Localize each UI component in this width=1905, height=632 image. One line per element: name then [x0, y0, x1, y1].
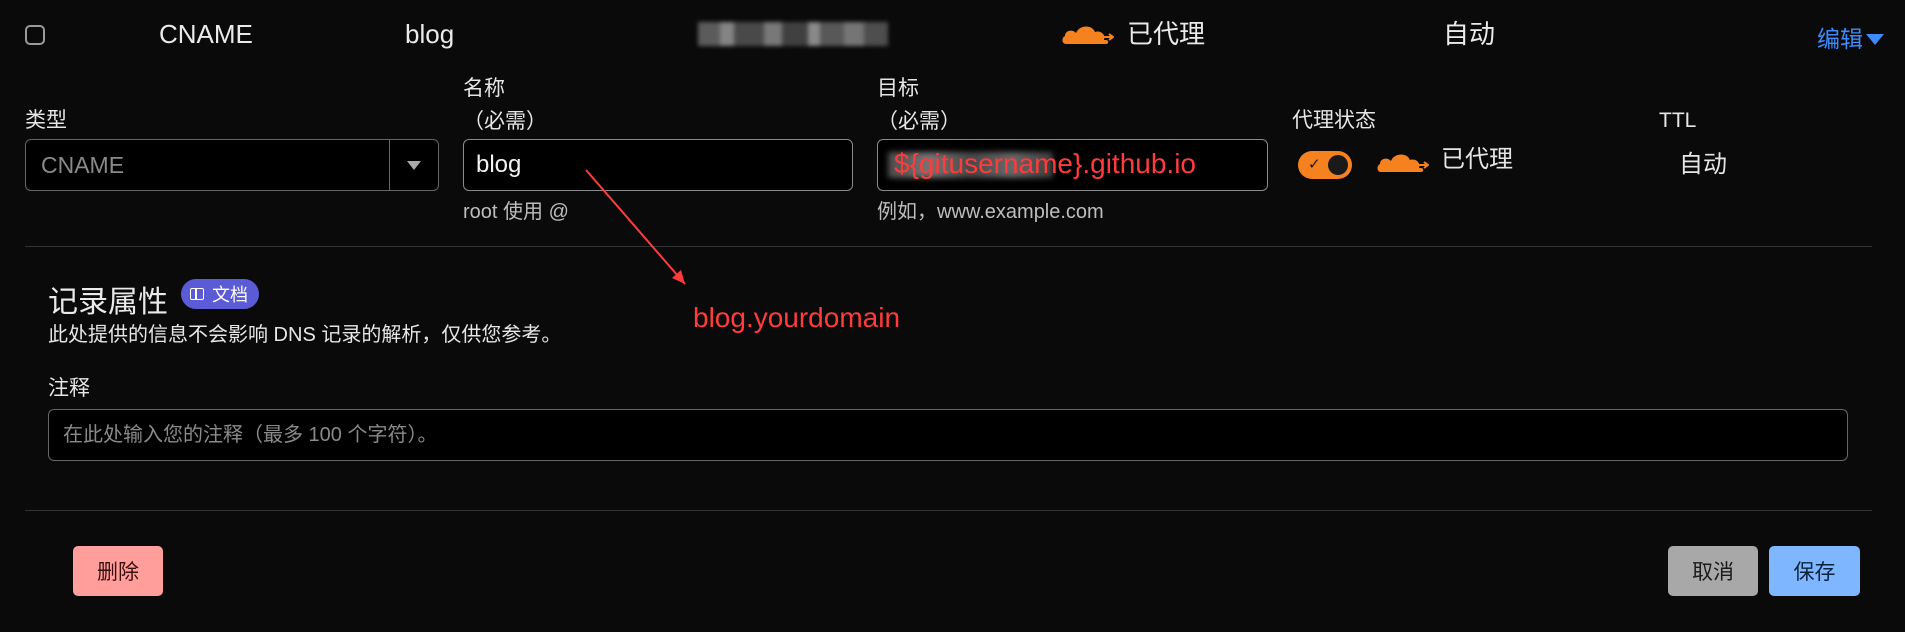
- proxy-status-value: 已代理: [1441, 146, 1513, 173]
- select-divider: [389, 140, 390, 190]
- name-hint: root 使用 @: [463, 201, 569, 223]
- type-select-value: CNAME: [41, 152, 125, 178]
- toggle-knob: [1328, 155, 1348, 175]
- row-content-redacted: [698, 22, 888, 46]
- row-name: blog: [405, 19, 455, 49]
- comment-label: 注释: [48, 377, 90, 400]
- target-annotation: ${gitusername}.github.io: [894, 148, 1196, 179]
- ttl-value: 自动: [1679, 151, 1727, 178]
- check-icon: ✓: [1308, 156, 1321, 173]
- docs-badge-label: 文档: [212, 285, 248, 305]
- row-type: CNAME: [159, 19, 253, 49]
- target-required: （必需）: [877, 110, 961, 133]
- comment-input[interactable]: [48, 409, 1848, 461]
- cancel-button[interactable]: 取消: [1668, 546, 1758, 596]
- type-label: 类型: [25, 109, 67, 132]
- target-hint: 例如，www.example.com: [877, 201, 1104, 223]
- record-attributes-title: 记录属性: [48, 286, 168, 319]
- save-button[interactable]: 保存: [1769, 546, 1860, 596]
- ttl-label: TTL: [1659, 109, 1697, 132]
- divider: [25, 246, 1872, 247]
- row-ttl: 自动: [1443, 19, 1496, 49]
- proxied-cloud-icon: [1377, 154, 1429, 172]
- edit-label: 编辑: [1817, 26, 1863, 52]
- name-input-value: blog: [476, 151, 522, 178]
- divider: [25, 510, 1872, 511]
- target-input[interactable]: ${gitusername}.github.io: [877, 139, 1268, 191]
- annotation-arrow: [585, 169, 686, 285]
- docs-badge-link[interactable]: 文档: [181, 279, 259, 309]
- type-select[interactable]: CNAME: [25, 139, 439, 191]
- caret-down-icon: [1866, 34, 1884, 45]
- edit-toggle-link[interactable]: 编辑: [1817, 20, 1884, 54]
- proxy-toggle[interactable]: ✓: [1298, 151, 1352, 179]
- proxied-cloud-icon: [1062, 26, 1114, 44]
- name-label: 名称: [463, 77, 505, 100]
- record-attributes-description: 此处提供的信息不会影响 DNS 记录的解析，仅供您参考。: [48, 324, 562, 346]
- target-label: 目标: [877, 77, 919, 100]
- row-select-checkbox[interactable]: [25, 25, 45, 45]
- row-proxy-status: 已代理: [1127, 19, 1206, 49]
- book-icon: [190, 288, 204, 300]
- chevron-down-icon: [407, 161, 421, 170]
- name-required: （必需）: [463, 110, 547, 133]
- annotation-text: blog.yourdomain: [693, 302, 901, 333]
- delete-button[interactable]: 删除: [73, 546, 163, 596]
- proxy-status-label: 代理状态: [1292, 109, 1376, 132]
